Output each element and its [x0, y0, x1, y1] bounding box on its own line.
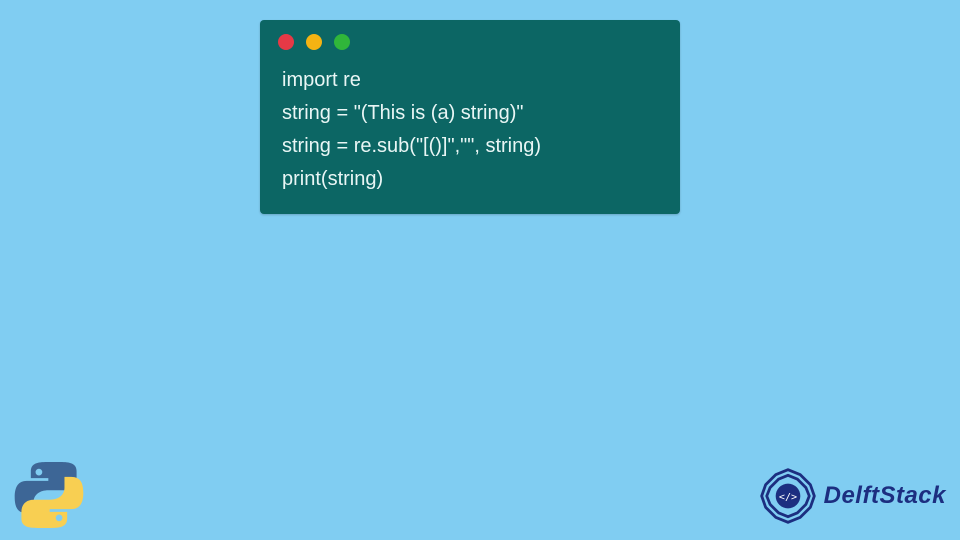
brand-badge: </> DelftStack	[760, 468, 946, 524]
python-logo-icon	[12, 458, 86, 532]
slide-canvas: import re string = "(This is (a) string)…	[0, 0, 960, 540]
code-line: string = re.sub("[()]","", string)	[282, 130, 658, 163]
code-line: string = "(This is (a) string)"	[282, 97, 658, 130]
brand-name: DelftStack	[824, 482, 946, 510]
code-snippet-card: import re string = "(This is (a) string)…	[260, 20, 680, 214]
maximize-icon	[334, 34, 350, 50]
code-line: print(string)	[282, 163, 658, 196]
svg-text:</>: </>	[779, 492, 797, 503]
delftstack-logo-icon: </>	[760, 468, 816, 524]
window-traffic-lights	[260, 20, 680, 56]
code-block: import re string = "(This is (a) string)…	[260, 56, 680, 196]
minimize-icon	[306, 34, 322, 50]
close-icon	[278, 34, 294, 50]
code-line: import re	[282, 64, 658, 97]
